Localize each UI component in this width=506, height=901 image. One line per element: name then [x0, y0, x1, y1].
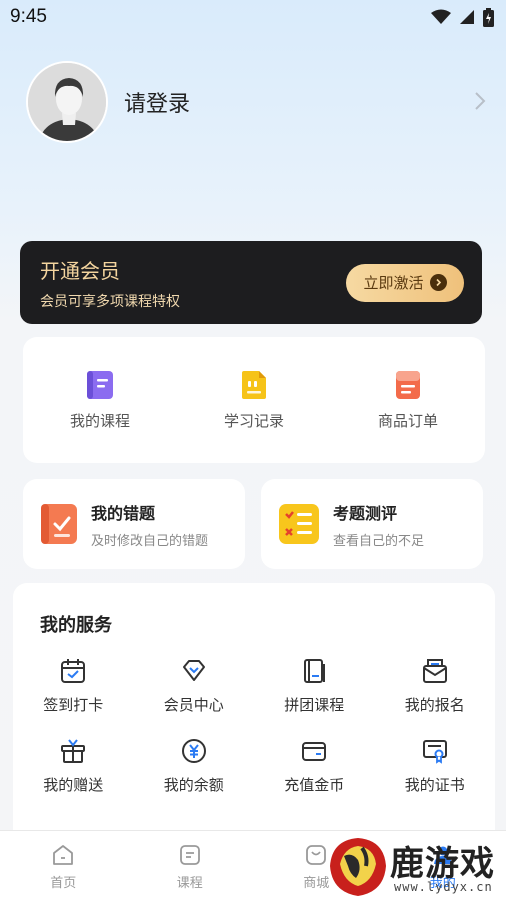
service-my-registration[interactable]: 我的报名	[375, 657, 496, 715]
login-prompt[interactable]: 请登录	[124, 86, 496, 118]
site-watermark: 鹿游戏 www.lydyx.cn	[322, 826, 506, 901]
service-my-gifts[interactable]: 我的赠送	[13, 737, 134, 795]
exam-checklist-icon	[279, 504, 319, 544]
document-icon	[242, 370, 266, 399]
service-checkin[interactable]: 签到打卡	[13, 657, 134, 715]
service-vip-center[interactable]: 会员中心	[134, 657, 255, 715]
quick-label: 我的课程	[69, 411, 130, 430]
vip-title: 开通会员	[40, 258, 120, 283]
my-mistakes-card[interactable]: 我的错题 及时修改自己的错题	[23, 479, 245, 569]
service-recharge-coins[interactable]: 充值金币	[254, 737, 375, 795]
service-my-certificates[interactable]: 我的证书	[375, 737, 496, 795]
services-grid: 签到打卡 会员中心 拼团课程 我的报名 我的赠送 我的余额 充值金币 我的证书	[13, 657, 495, 795]
exam-text-group: 考题测评 查看自己的不足	[333, 500, 424, 549]
wallet-icon	[302, 742, 327, 761]
envelope-icon	[422, 659, 447, 683]
chevron-right-icon[interactable]	[474, 91, 486, 111]
calendar-check-icon	[61, 659, 86, 683]
service-label: 充值金币	[284, 776, 345, 794]
battery-icon	[483, 7, 494, 27]
mistakes-subtitle: 及时修改自己的错题	[91, 533, 209, 549]
service-label: 签到打卡	[43, 696, 104, 714]
yuan-coin-icon	[181, 739, 206, 763]
profile-header[interactable]: 请登录	[26, 61, 496, 143]
quick-label: 商品订单	[377, 411, 438, 430]
status-bar: 9:45	[0, 0, 506, 34]
gift-icon	[61, 739, 86, 763]
tab-label: 课程	[176, 876, 203, 891]
deer-logo-icon	[330, 838, 386, 896]
exam-evaluation-card[interactable]: 考题测评 查看自己的不足	[261, 479, 483, 569]
arrow-right-icon	[429, 274, 447, 291]
quick-entries: 我的课程 学习记录 商品订单	[23, 337, 485, 463]
tab-courses[interactable]: 课程	[127, 831, 254, 901]
signal-icon	[460, 10, 474, 24]
tab-label: 首页	[50, 876, 77, 891]
quick-item-study-record[interactable]: 学习记录	[177, 337, 331, 463]
order-icon	[396, 370, 420, 399]
book-stack-icon	[304, 659, 326, 683]
mistakes-title: 我的错题	[91, 503, 156, 523]
status-icons	[431, 7, 494, 27]
exam-title: 考题测评	[333, 503, 398, 523]
service-label: 我的余额	[163, 776, 224, 794]
certificate-icon	[422, 740, 447, 764]
watermark-url: www.lydyx.cn	[394, 880, 493, 894]
course-icon	[179, 845, 200, 865]
service-group-course[interactable]: 拼团课程	[254, 657, 375, 715]
exam-subtitle: 查看自己的不足	[333, 533, 425, 549]
mistakes-icon	[41, 504, 77, 544]
home-icon	[53, 845, 74, 865]
mistakes-text-group: 我的错题 及时修改自己的错题	[91, 500, 208, 549]
status-time: 9:45	[10, 6, 47, 27]
services-title: 我的服务	[40, 615, 112, 636]
diamond-icon	[182, 660, 205, 681]
quick-item-orders[interactable]: 商品订单	[331, 337, 485, 463]
service-label: 我的赠送	[43, 776, 104, 794]
service-label: 会员中心	[163, 696, 224, 714]
tab-home[interactable]: 首页	[0, 831, 127, 901]
service-label: 我的报名	[404, 696, 465, 714]
avatar[interactable]	[26, 61, 108, 143]
activate-vip-button[interactable]: 立即激活	[346, 263, 464, 302]
my-services-section: 我的服务 签到打卡 会员中心 拼团课程 我的报名 我的赠送 我的余额 充值金币 …	[13, 583, 495, 843]
vip-subtitle: 会员可享多项课程特权	[40, 293, 180, 310]
activate-vip-label: 立即激活	[363, 274, 424, 292]
vip-text-group: 开通会员 会员可享多项课程特权	[40, 255, 180, 311]
watermark-text: 鹿游戏	[390, 844, 495, 884]
service-my-balance[interactable]: 我的余额	[134, 737, 255, 795]
service-label: 拼团课程	[284, 696, 345, 714]
book-icon	[87, 370, 113, 399]
wifi-icon	[431, 9, 451, 24]
service-label: 我的证书	[404, 776, 465, 794]
quick-item-my-courses[interactable]: 我的课程	[23, 337, 177, 463]
quick-label: 学习记录	[223, 411, 284, 430]
default-avatar-icon	[28, 63, 106, 141]
vip-banner[interactable]: 开通会员 会员可享多项课程特权 立即激活	[20, 241, 482, 324]
